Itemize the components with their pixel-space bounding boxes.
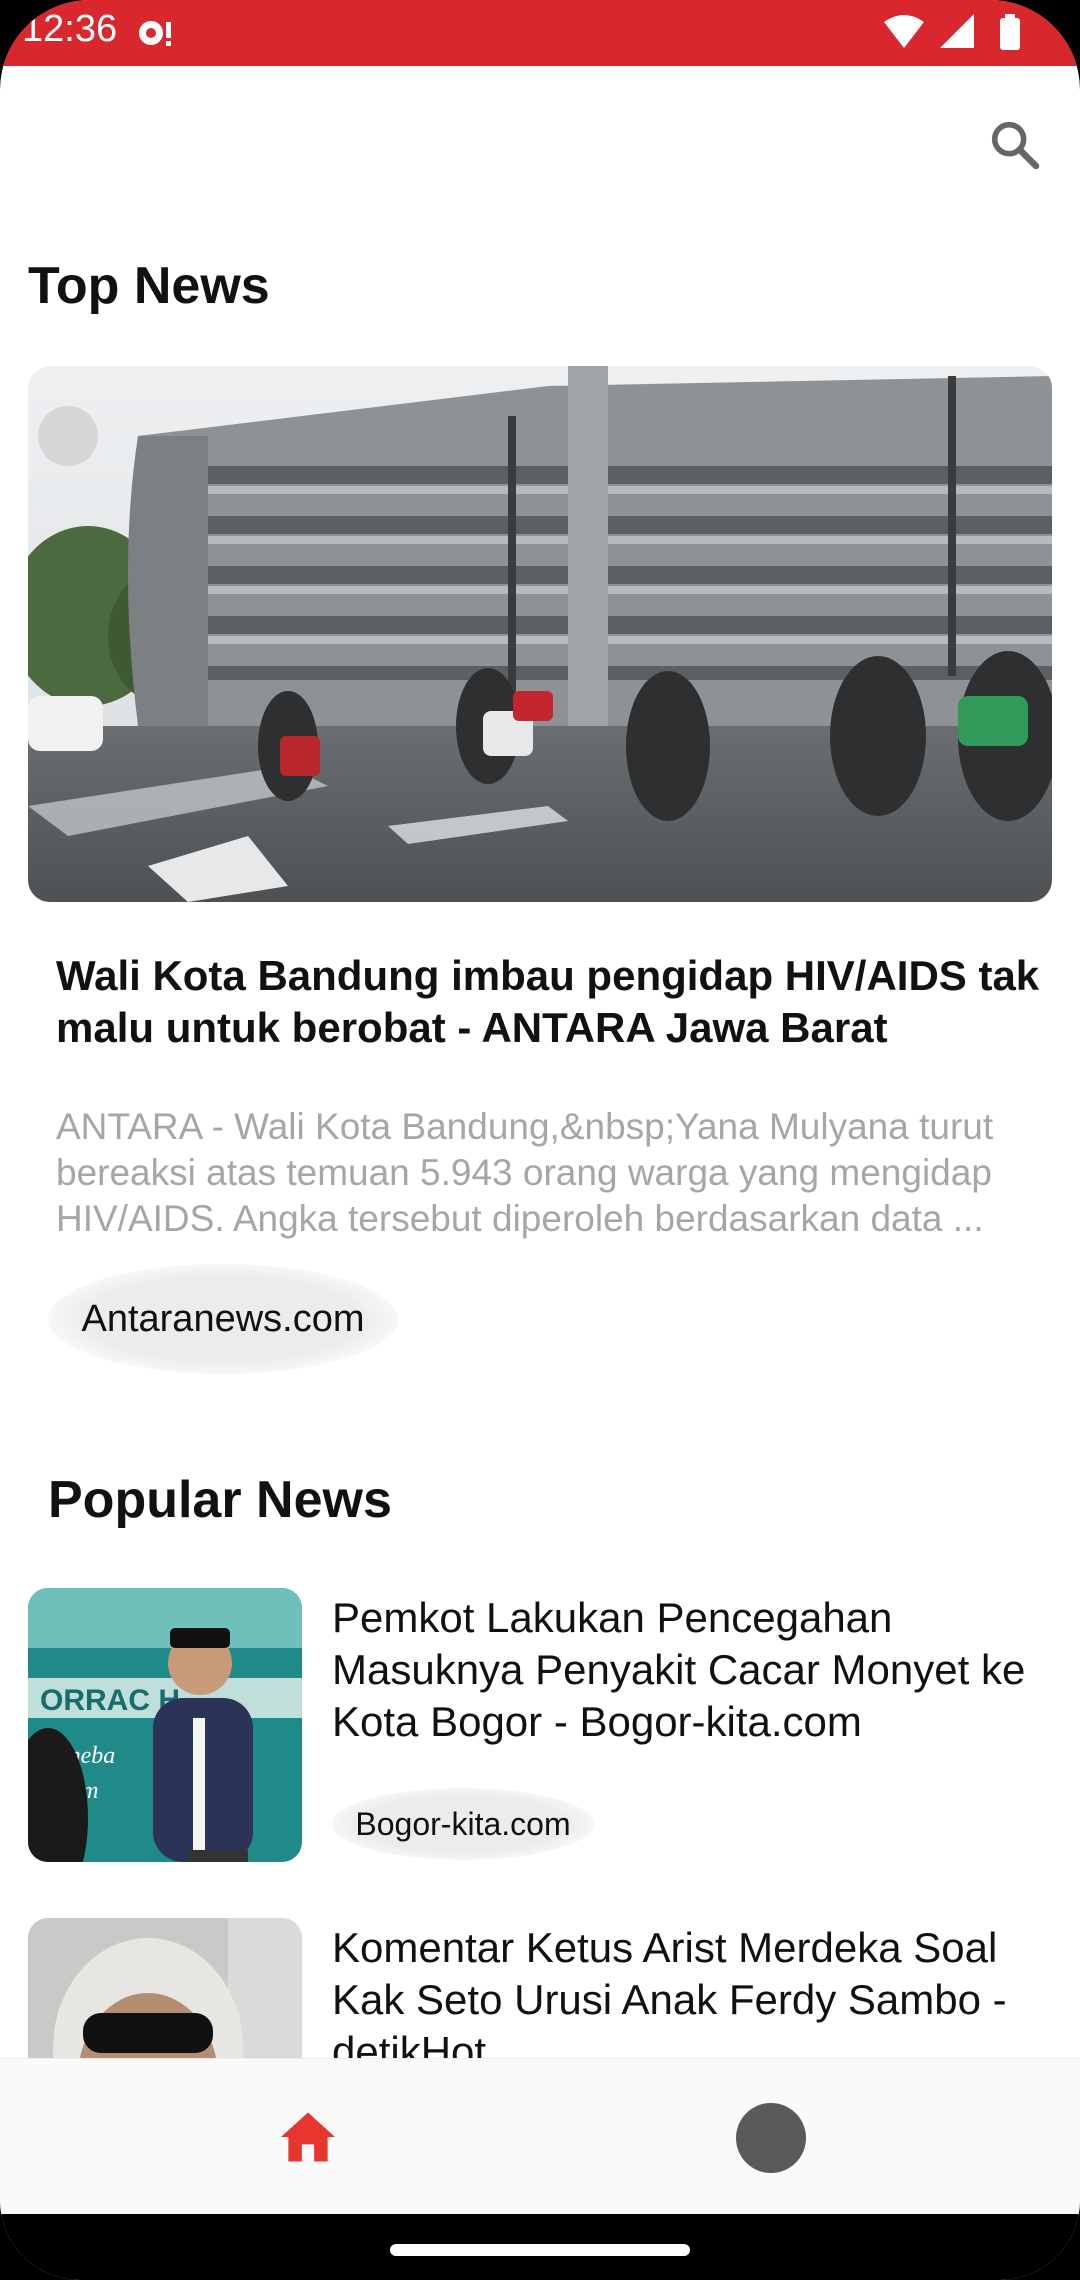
app-screen: 12:36 Top News Wali Kota Bandung imbau p… [0, 0, 1080, 2280]
top-news-headline[interactable]: Wali Kota Bandung imbau pengidap HIV/AID… [56, 950, 1046, 1054]
speaker-photo: ORRAC H Meneba k Yatim [28, 1588, 302, 1862]
popular-news-title: Popular News [48, 1471, 392, 1529]
top-news-description: ANTARA - Wali Kota Bandung,&nbsp;Yana Mu… [56, 1106, 994, 1239]
bottom-navigation [0, 2058, 1080, 2214]
status-icons [884, 14, 1020, 50]
news-headline: Pemkot Lakukan Pencegahan Masuknya Penya… [332, 1594, 1026, 1745]
top-news-image[interactable] [28, 366, 1052, 902]
nav-profile-tab[interactable] [736, 2103, 806, 2173]
home-icon [281, 2112, 335, 2162]
notification-icon [139, 21, 171, 46]
wifi-icon [884, 15, 924, 48]
search-button[interactable] [980, 110, 1050, 180]
signal-icon [940, 14, 974, 48]
news-source-chip[interactable]: Bogor-kita.com [332, 1788, 594, 1860]
status-time: 12:36 [22, 8, 118, 50]
top-news-source-chip[interactable]: Antaranews.com [48, 1264, 398, 1374]
nav-home-tab[interactable] [270, 2099, 346, 2175]
status-bar: 12:36 [0, 0, 1080, 66]
top-news-title: Top News [28, 257, 270, 315]
news-headline: Komentar Ketus Arist Merdeka Soal Kak Se… [332, 1924, 1007, 2075]
search-icon [991, 121, 1040, 170]
news-thumbnail: ORRAC H Meneba k Yatim [28, 1588, 302, 1862]
street-photo [28, 366, 1052, 902]
home-gesture-handle[interactable] [390, 2244, 690, 2256]
battery-icon [1000, 14, 1020, 50]
